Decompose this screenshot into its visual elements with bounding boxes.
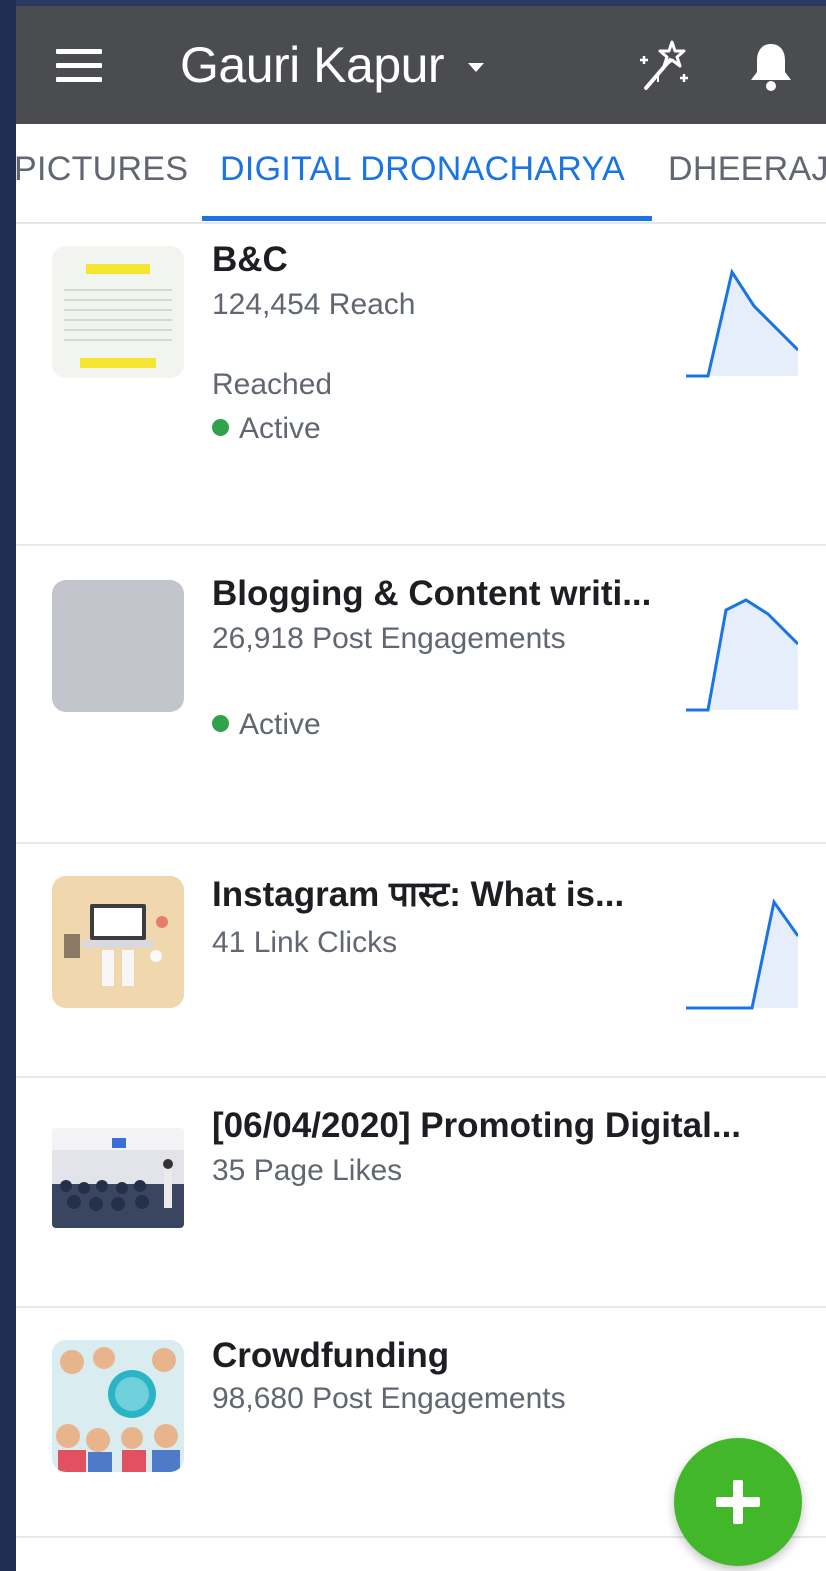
tab-pictures[interactable]: PICTURES [16, 150, 188, 189]
campaign-row[interactable]: B&C 124,454 Reach Reached Active [16, 224, 826, 546]
campaign-subtext: Reached [212, 368, 333, 401]
campaign-thumbnail [52, 876, 184, 1008]
performance-sparkline [686, 898, 798, 1010]
chevron-down-icon[interactable] [468, 63, 484, 72]
active-status-icon [212, 715, 229, 732]
notification-bell-icon[interactable] [746, 40, 796, 92]
ads-manager-screen: Gauri Kapur PICTURES DIGITAL DRONACHARYA… [16, 0, 826, 1571]
active-tab-indicator [202, 216, 652, 221]
account-name: Gauri Kapur [180, 37, 445, 93]
tab-dheeraj[interactable]: DHEERAJ [668, 150, 826, 189]
add-campaign-button[interactable] [674, 1438, 802, 1566]
active-status-icon [212, 419, 229, 436]
top-app-bar: Gauri Kapur [16, 0, 826, 124]
campaign-thumbnail-placeholder [52, 580, 184, 712]
campaign-row[interactable]: [06/04/2020] Promoting Digital... 35 Pag… [16, 1078, 826, 1308]
campaign-row[interactable]: Instagram पास्ट: What is... 41 Link Clic… [16, 844, 826, 1078]
campaign-thumbnail [52, 1128, 184, 1228]
campaign-title: Crowdfunding [212, 1336, 450, 1375]
account-tabs: PICTURES DIGITAL DRONACHARYA DHEERAJ [16, 124, 826, 224]
performance-sparkline [686, 268, 798, 378]
campaign-metric: 98,680 Post Engagements [212, 1382, 566, 1415]
magic-wand-icon[interactable] [632, 36, 692, 96]
status-badge: Active [212, 708, 321, 742]
performance-sparkline [686, 598, 798, 712]
status-badge: Active [212, 412, 321, 446]
campaign-thumbnail [52, 246, 184, 378]
tab-digital-dronacharya[interactable]: DIGITAL DRONACHARYA [220, 150, 625, 189]
account-switcher[interactable]: Gauri Kapur [180, 34, 445, 96]
status-label: Active [239, 708, 321, 741]
menu-icon[interactable] [56, 49, 102, 83]
campaign-title: Instagram पास्ट: What is... [212, 875, 625, 914]
campaign-metric: 124,454 Reach [212, 288, 416, 321]
campaign-thumbnail [52, 1340, 184, 1472]
campaign-metric: 26,918 Post Engagements [212, 622, 566, 655]
status-label: Active [239, 412, 321, 445]
campaign-metric: 41 Link Clicks [212, 926, 398, 959]
campaign-title: B&C [212, 240, 288, 279]
campaign-title: [06/04/2020] Promoting Digital... [212, 1106, 742, 1145]
campaign-row[interactable]: Blogging & Content writi... 26,918 Post … [16, 546, 826, 844]
campaign-title: Blogging & Content writi... [212, 574, 652, 613]
campaign-metric: 35 Page Likes [212, 1154, 403, 1187]
